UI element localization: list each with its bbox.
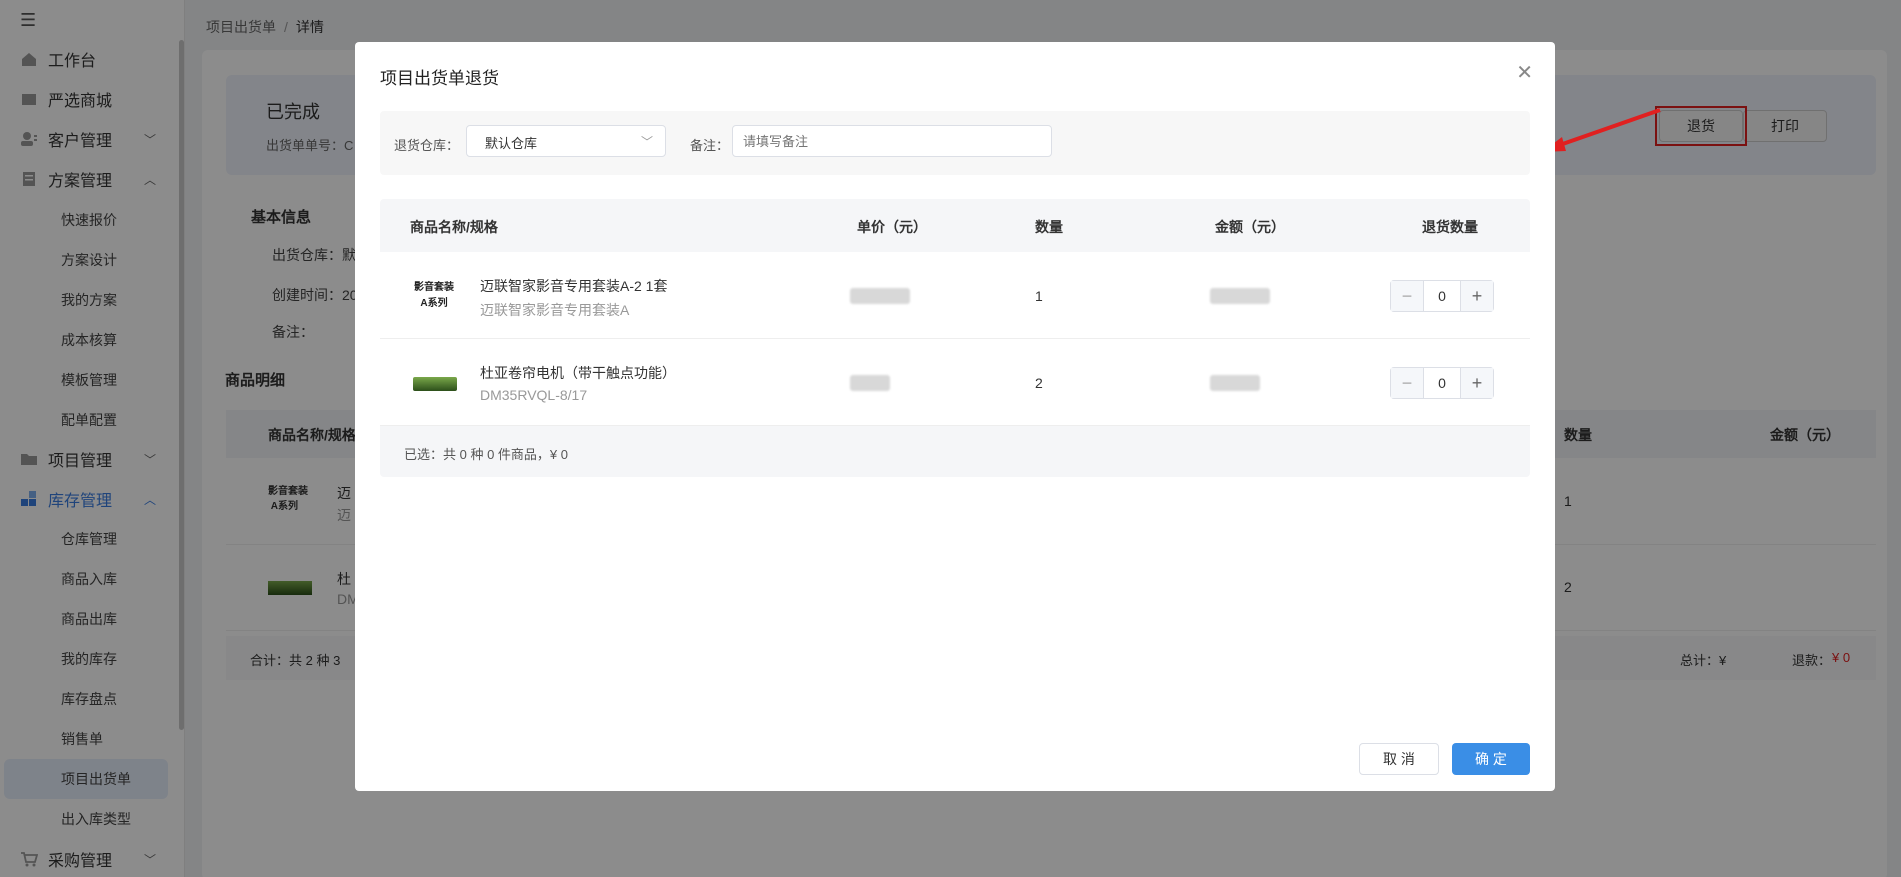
return-qty-input[interactable]: 0 <box>1423 368 1461 398</box>
annotation-arrow-icon <box>1542 108 1661 152</box>
close-icon[interactable]: ✕ <box>1516 60 1533 85</box>
product-qty: 2 <box>1035 375 1043 391</box>
return-form: 退货仓库： 默认仓库 ﹀ 备注： <box>380 111 1530 175</box>
product-spec: 迈联智家影音专用套装A <box>480 302 630 318</box>
dialog-title: 项目出货单退货 <box>380 69 499 88</box>
product-thumbnail <box>413 377 457 391</box>
increment-button[interactable]: + <box>1461 281 1493 311</box>
table-row: 杜亚卷帘电机（带干触点功能） DM35RVQL-8/17 2 − 0 + <box>380 339 1530 426</box>
increment-button[interactable]: + <box>1461 368 1493 398</box>
remark-label: 备注： <box>690 138 730 153</box>
col-amount: 金额（元） <box>1215 219 1285 235</box>
col-return-qty: 退货数量 <box>1422 219 1478 235</box>
product-name: 杜亚卷帘电机（带干触点功能） <box>480 365 676 381</box>
warehouse-label: 退货仓库： <box>394 138 460 153</box>
decrement-button[interactable]: − <box>1391 281 1423 311</box>
chevron-down-icon: ﹀ <box>640 135 653 149</box>
cancel-button[interactable]: 取 消 <box>1359 743 1439 775</box>
return-qty-stepper: − 0 + <box>1390 367 1494 399</box>
price-redacted <box>850 375 890 391</box>
warehouse-value: 默认仓库 <box>485 136 538 151</box>
selection-summary: 已选：共 0 种 0 件商品，¥ 0 <box>380 426 1530 477</box>
remark-input[interactable] <box>732 125 1052 157</box>
selection-summary-text: 已选：共 0 种 0 件商品，¥ 0 <box>404 447 568 462</box>
col-name: 商品名称/规格 <box>410 219 498 235</box>
decrement-button[interactable]: − <box>1391 368 1423 398</box>
return-qty-input[interactable]: 0 <box>1423 281 1461 311</box>
warehouse-select[interactable]: 默认仓库 ﹀ <box>466 125 666 157</box>
col-qty: 数量 <box>1035 219 1063 235</box>
col-price: 单价（元） <box>857 219 927 235</box>
table-row: 影音套装 A系列 迈联智家影音专用套装A-2 1套 迈联智家影音专用套装A 1 −… <box>380 252 1530 339</box>
product-thumbnail: 影音套装 A系列 <box>414 282 454 309</box>
price-redacted <box>850 288 910 304</box>
amount-redacted <box>1210 288 1270 304</box>
return-dialog: 项目出货单退货 ✕ 退货仓库： 默认仓库 ﹀ 备注： 商品名称/规格 单价（元）… <box>355 42 1555 791</box>
return-table-header: 商品名称/规格 单价（元） 数量 金额（元） 退货数量 <box>380 199 1530 252</box>
confirm-button[interactable]: 确 定 <box>1452 743 1530 775</box>
product-name: 迈联智家影音专用套装A-2 1套 <box>480 278 668 294</box>
return-qty-stepper: − 0 + <box>1390 280 1494 312</box>
product-qty: 1 <box>1035 288 1043 304</box>
product-spec: DM35RVQL-8/17 <box>480 387 588 403</box>
return-table: 商品名称/规格 单价（元） 数量 金额（元） 退货数量 影音套装 A系列 迈联智家… <box>380 199 1530 477</box>
amount-redacted <box>1210 375 1260 391</box>
